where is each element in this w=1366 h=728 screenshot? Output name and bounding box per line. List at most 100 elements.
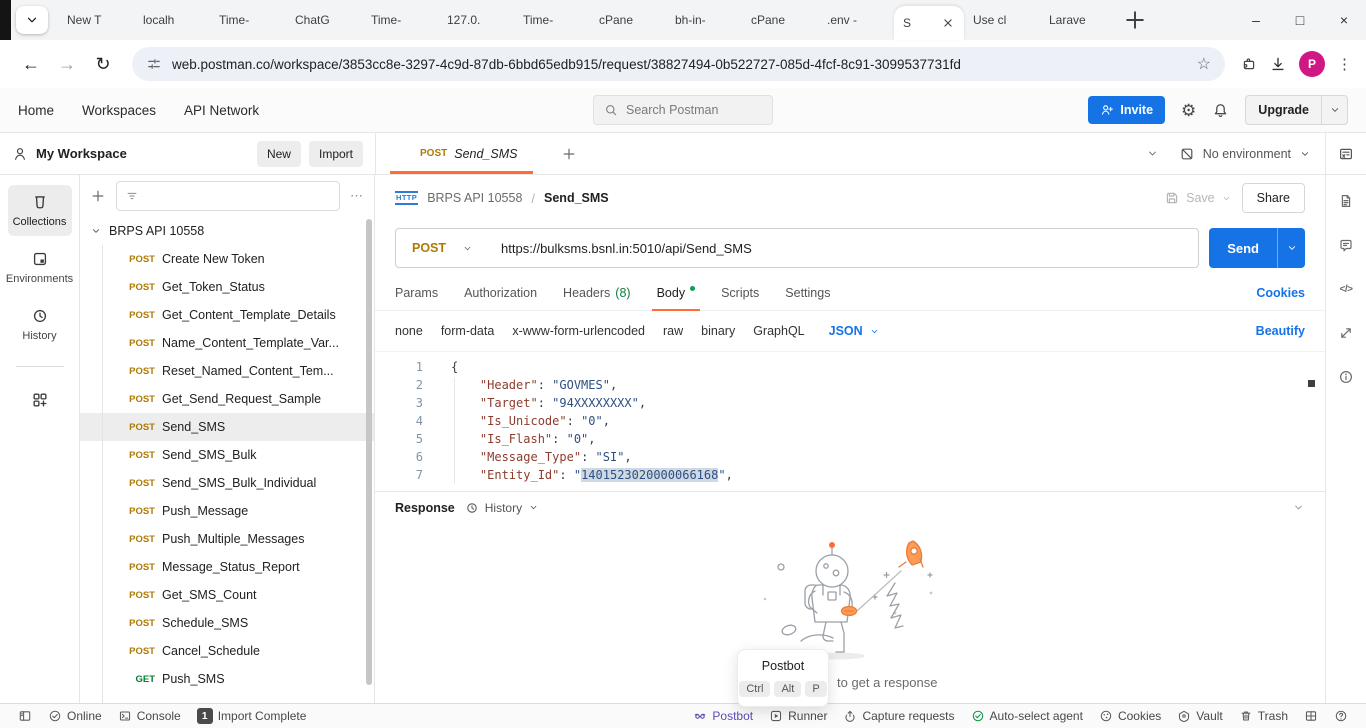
upgrade-chevron[interactable]	[1321, 96, 1347, 124]
sidebar-item[interactable]: POST Get_Token_Status	[80, 273, 374, 301]
config-tab[interactable]: Params	[395, 275, 438, 310]
comments-icon[interactable]	[1338, 237, 1354, 253]
browser-tab[interactable]: .env -	[818, 0, 894, 40]
status-bar-item[interactable]	[1326, 709, 1356, 723]
browser-menu-icon[interactable]: ⋮	[1337, 55, 1352, 73]
config-tab[interactable]: Settings	[785, 275, 830, 310]
postbot-tooltip-card[interactable]: Postbot CtrlAltP	[737, 649, 829, 707]
sidebar-rail-item[interactable]: Environments	[8, 242, 72, 293]
breadcrumb-collection[interactable]: BRPS API 10558	[427, 191, 522, 205]
status-bar-item[interactable]: Runner	[761, 709, 835, 723]
browser-tab[interactable]: S	[894, 6, 964, 40]
response-history-button[interactable]: History	[465, 501, 539, 515]
url-text[interactable]: web.postman.co/workspace/3853cc8e-3297-4…	[172, 57, 1187, 72]
body-type-radio[interactable]: form-data	[441, 324, 495, 338]
documentation-icon[interactable]	[1338, 193, 1354, 209]
sidebar-item[interactable]: POST Push_Multiple_Messages	[80, 525, 374, 553]
new-request-tab-button[interactable]	[561, 146, 577, 162]
request-url-input[interactable]: https://bulksms.bsnl.in:5010/api/Send_SM…	[489, 241, 1198, 256]
import-button[interactable]: Import	[309, 141, 363, 167]
response-collapse-chevron[interactable]	[1292, 501, 1305, 514]
forward-button[interactable]: →	[50, 47, 84, 81]
sidebar-item[interactable]: BRPS API 10558	[80, 217, 374, 245]
address-bar[interactable]: web.postman.co/workspace/3853cc8e-3297-4…	[132, 47, 1225, 81]
browser-tab[interactable]: Time-	[210, 0, 286, 40]
request-tab-send-sms[interactable]: POST Send_SMS	[376, 133, 547, 174]
sidebar-item[interactable]: POST Schedule_SMS	[80, 609, 374, 637]
sidebar-item[interactable]: POST Get_Content_Template_Details	[80, 301, 374, 329]
nav-item[interactable]: API Network	[184, 103, 259, 118]
environment-selector[interactable]: No environment	[1179, 146, 1311, 162]
breadcrumb-request[interactable]: Send_SMS	[544, 191, 609, 205]
sidebar-rail-item[interactable]: Collections	[8, 185, 72, 236]
body-type-radio[interactable]: binary	[701, 324, 735, 338]
save-button[interactable]: Save	[1164, 190, 1232, 206]
nav-item[interactable]: Home	[18, 103, 54, 118]
code-snippet-icon[interactable]: </>	[1338, 281, 1354, 297]
sidebar-item[interactable]: POST Name_Content_Template_Var...	[80, 329, 374, 357]
sidebar-item[interactable]: POST Cancel_Schedule	[80, 637, 374, 665]
browser-tab[interactable]: Time-	[362, 0, 438, 40]
browser-tab[interactable]: Larave	[1040, 0, 1116, 40]
browser-tab[interactable]: Use cl	[964, 0, 1040, 40]
browser-tab[interactable]: 127.0.	[438, 0, 514, 40]
sidebar-item[interactable]: POST Send_SMS	[80, 413, 374, 441]
tab-search-button[interactable]	[16, 6, 48, 34]
site-info-icon[interactable]	[146, 56, 162, 72]
sidebar-item[interactable]: POST Get_Send_Request_Sample	[80, 385, 374, 413]
window-control-button[interactable]: –	[1234, 0, 1278, 40]
body-type-radio[interactable]: GraphQL	[753, 324, 804, 338]
window-control-button[interactable]: ×	[1322, 0, 1366, 40]
sidebar-item[interactable]: POST Create New Token	[80, 245, 374, 273]
back-button[interactable]: ←	[14, 47, 48, 81]
workspace-title[interactable]: My Workspace	[36, 146, 127, 161]
body-type-radio[interactable]: raw	[663, 324, 683, 338]
status-bar-item[interactable]: Console	[110, 709, 189, 723]
new-tab-button[interactable]	[1122, 7, 1148, 33]
nav-item[interactable]: Workspaces	[82, 103, 156, 118]
chevron-down-icon[interactable]	[90, 225, 102, 237]
send-button[interactable]: Send	[1209, 228, 1277, 268]
status-bar-item[interactable]	[1296, 709, 1326, 723]
status-bar-item[interactable]	[10, 709, 40, 723]
status-bar-item[interactable]: 1 Import Complete	[189, 708, 315, 724]
browser-tab[interactable]: cPane	[590, 0, 666, 40]
status-bar-item[interactable]: Postbot	[685, 709, 761, 723]
new-button[interactable]: New	[257, 141, 301, 167]
sidebar-more-icon[interactable]: ⋯	[350, 188, 364, 204]
browser-tab[interactable]: ChatG	[286, 0, 362, 40]
status-bar-item[interactable]: Cookies	[1091, 709, 1169, 723]
config-tab[interactable]: Scripts	[721, 275, 759, 310]
browser-tab[interactable]: Time-	[514, 0, 590, 40]
downloads-icon[interactable]	[1269, 55, 1287, 73]
invite-button[interactable]: Invite	[1088, 96, 1165, 124]
sidebar-item[interactable]: POST Push_Message	[80, 497, 374, 525]
status-bar-item[interactable]: Capture requests	[835, 709, 962, 723]
browser-tab[interactable]: cPane	[742, 0, 818, 40]
body-type-radio[interactable]: none	[395, 324, 423, 338]
browser-profile-avatar[interactable]: P	[1299, 51, 1325, 77]
beautify-link[interactable]: Beautify	[1256, 324, 1305, 338]
browser-tab[interactable]: bh-in-	[666, 0, 742, 40]
sidebar-rail-item[interactable]: History	[8, 299, 72, 350]
sidebar-scrollbar[interactable]	[366, 219, 372, 685]
add-collection-button[interactable]	[90, 188, 106, 204]
body-type-radio[interactable]: x-www-form-urlencoded	[512, 324, 645, 338]
sidebar-item[interactable]: POST Get_SMS_Count	[80, 581, 374, 609]
status-bar-item[interactable]: Auto-select agent	[963, 709, 1091, 723]
status-bar-item[interactable]: Trash	[1231, 709, 1296, 723]
info-icon[interactable]	[1338, 369, 1354, 385]
sidebar-rail-item[interactable]	[8, 383, 72, 417]
send-options-chevron[interactable]	[1277, 228, 1305, 268]
browser-tab[interactable]: New T	[58, 0, 134, 40]
search-input[interactable]: Search Postman	[593, 95, 773, 125]
config-tab[interactable]: Headers (8)	[563, 275, 631, 310]
status-bar-item[interactable]: Online	[40, 709, 110, 723]
sidebar-item[interactable]: POST Reset_Named_Content_Tem...	[80, 357, 374, 385]
window-control-button[interactable]: □	[1278, 0, 1322, 40]
save-chevron-icon[interactable]	[1221, 193, 1232, 204]
share-button[interactable]: Share	[1242, 183, 1305, 213]
upgrade-label[interactable]: Upgrade	[1246, 96, 1321, 124]
sidebar-item[interactable]: GET Push_SMS	[80, 665, 374, 693]
bookmark-star-icon[interactable]: ☆	[1197, 54, 1211, 74]
